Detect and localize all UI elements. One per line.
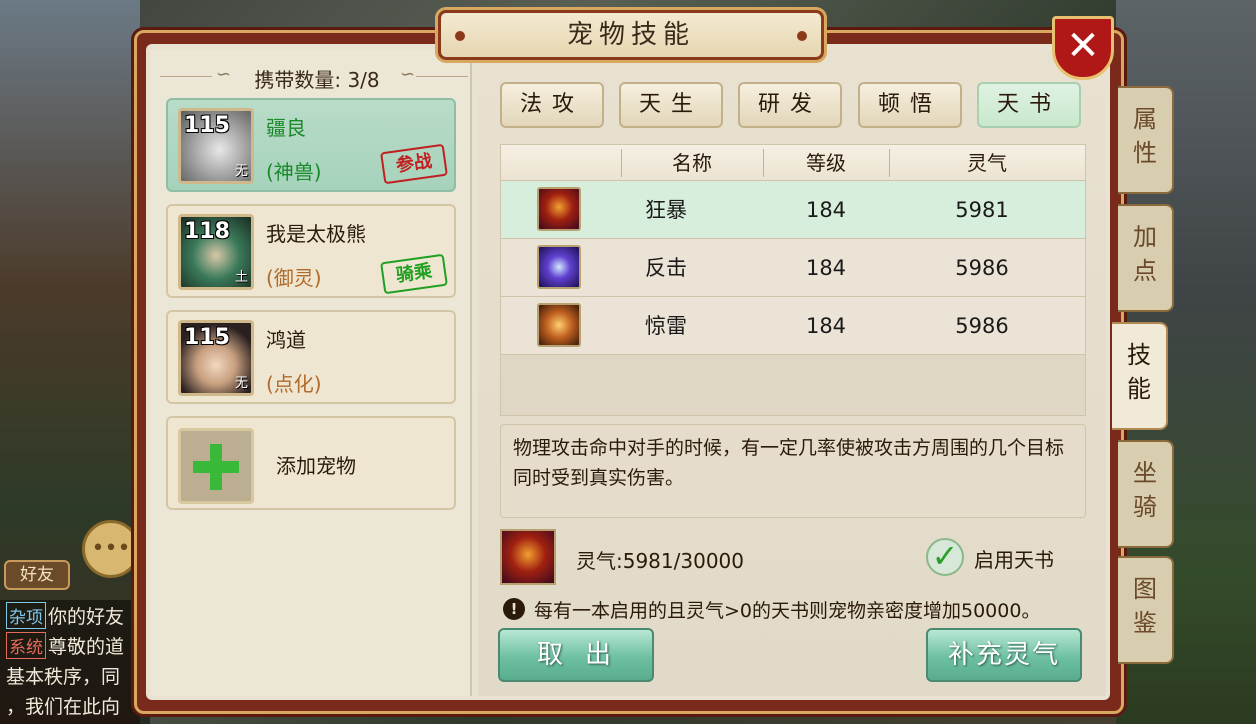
carry-count-label: 携带数量: 3/8 — [254, 68, 380, 92]
add-pet-label: 添加宠物 — [276, 454, 356, 478]
supply-lingqi-button[interactable]: 补充灵气 — [926, 628, 1082, 682]
divider — [416, 76, 468, 77]
pet-card[interactable]: 115 无 疆良 (神兽) 参战 — [166, 98, 456, 192]
side-tab-label: 属性 — [1133, 105, 1157, 167]
pet-name: 我是太极熊 — [266, 222, 366, 246]
side-tab-catalog[interactable]: 图鉴 — [1118, 556, 1174, 664]
column-header: 等级 — [806, 151, 846, 175]
skill-description-box: 物理攻击命中对手的时候，有一定几率使被攻击方周围的几个目标同时受到真实伤害。 — [500, 424, 1086, 518]
table-row[interactable]: 反击 184 5986 — [501, 239, 1085, 297]
chat-panel: 杂项 你的好友 系统 尊敬的道 基本秩序，同 ，我们在此向 — [0, 600, 150, 724]
skill-table: 名称 等级 灵气 狂暴 184 5981 反击 184 5986 惊雷 184 … — [500, 144, 1086, 416]
skill-level: 184 — [805, 314, 847, 338]
swirl-ornament-icon: ∽ — [400, 64, 416, 85]
chat-text: 你的好友 — [48, 606, 125, 628]
column-header: 名称 — [672, 151, 712, 175]
pet-avatar: 118 土 — [178, 214, 254, 290]
side-tab-label: 技能 — [1127, 341, 1151, 403]
intimacy-notice: 每有一本启用的且灵气>0的天书则宠物亲密度增加50000。 — [534, 600, 1041, 622]
skill-level: 184 — [805, 256, 847, 280]
battle-stamp: 参战 — [380, 143, 448, 185]
tab-innate[interactable]: 天生 — [619, 82, 723, 128]
tab-research[interactable]: 研发 — [738, 82, 842, 128]
pet-level: 115 — [184, 325, 230, 350]
title-bar: 宠物技能 — [438, 10, 824, 60]
table-header: 名称 等级 灵气 — [501, 145, 1085, 181]
chat-line: ，我们在此向 — [6, 696, 121, 718]
chat-line: 系统 尊敬的道 — [6, 632, 124, 659]
close-button[interactable]: ✕ — [1052, 16, 1114, 80]
pet-level: 118 — [184, 219, 230, 244]
pet-type: (御灵) — [266, 266, 322, 290]
skill-lingqi: 5981 — [955, 198, 1009, 222]
checkmark-icon: ✓ — [931, 537, 959, 575]
thunder-skill-icon — [537, 303, 581, 347]
pet-element: 无 — [234, 376, 248, 391]
add-box — [178, 428, 254, 504]
pet-avatar: 115 无 — [178, 320, 254, 396]
tab-heavenly-book[interactable]: 天书 — [977, 82, 1081, 128]
side-tab-mount[interactable]: 坐骑 — [1118, 440, 1174, 548]
carry-count: ∽ 携带数量: 3/8 ∽ — [160, 62, 468, 92]
lingqi-status: 灵气:5981/30000 — [576, 549, 744, 573]
side-tab-skills[interactable]: 技能 — [1112, 322, 1168, 430]
side-tab-label: 加点 — [1133, 223, 1157, 285]
close-icon: ✕ — [1066, 23, 1100, 69]
title-ornament-icon — [797, 31, 807, 41]
counter-skill-icon — [537, 245, 581, 289]
table-row[interactable]: 惊雷 184 5986 — [501, 297, 1085, 355]
tab-magic-attack[interactable]: 法攻 — [500, 82, 604, 128]
side-tab-points[interactable]: 加点 — [1118, 204, 1174, 312]
rage-skill-icon — [537, 187, 581, 231]
selected-skill-icon — [500, 529, 556, 585]
side-tab-label: 图鉴 — [1133, 575, 1157, 637]
column-header: 灵气 — [967, 151, 1007, 175]
pet-type: (神兽) — [266, 160, 322, 184]
chat-bubble-button[interactable]: ••• — [82, 520, 140, 578]
side-tab-label: 坐骑 — [1133, 459, 1157, 521]
enable-book-checkbox[interactable]: ✓ — [926, 538, 964, 576]
chat-text: 尊敬的道 — [48, 636, 125, 658]
tab-insight[interactable]: 顿悟 — [858, 82, 962, 128]
divider — [160, 76, 212, 77]
pet-element: 无 — [234, 164, 248, 179]
skill-description: 物理攻击命中对手的时候，有一定几率使被攻击方周围的几个目标同时受到真实伤害。 — [513, 437, 1065, 489]
chat-tag: 杂项 — [6, 602, 46, 629]
pet-card[interactable]: 118 土 我是太极熊 (御灵) 骑乘 — [166, 204, 456, 298]
skill-lingqi: 5986 — [955, 256, 1009, 280]
pet-avatar: 115 无 — [178, 108, 254, 184]
take-out-button[interactable]: 取出 — [498, 628, 654, 682]
pet-name: 疆良 — [266, 116, 306, 140]
skill-level: 184 — [805, 198, 847, 222]
chat-line: 杂项 你的好友 — [6, 602, 124, 629]
ride-stamp: 骑乘 — [380, 253, 448, 295]
plus-icon — [210, 444, 222, 490]
pet-level: 115 — [184, 113, 230, 138]
skill-name: 狂暴 — [645, 198, 687, 222]
pet-type: (点化) — [266, 372, 322, 396]
enable-book-label: 启用天书 — [974, 548, 1054, 572]
table-row[interactable]: 狂暴 184 5981 — [501, 181, 1085, 239]
side-tab-attributes[interactable]: 属性 — [1118, 86, 1174, 194]
add-pet-button[interactable]: 添加宠物 — [166, 416, 456, 510]
pet-element: 土 — [234, 270, 248, 285]
chat-tag: 系统 — [6, 632, 46, 659]
skill-name: 惊雷 — [645, 314, 687, 338]
friend-button[interactable]: 好友 — [4, 560, 70, 590]
chat-line: 基本秩序，同 — [6, 666, 121, 688]
pet-name: 鸿道 — [266, 328, 306, 352]
skill-name: 反击 — [645, 256, 687, 280]
info-icon: ! — [503, 598, 525, 620]
skill-lingqi: 5986 — [955, 314, 1009, 338]
swirl-ornament-icon: ∽ — [216, 64, 232, 85]
page-title: 宠物技能 — [566, 20, 695, 50]
pet-card[interactable]: 115 无 鸿道 (点化) — [166, 310, 456, 404]
